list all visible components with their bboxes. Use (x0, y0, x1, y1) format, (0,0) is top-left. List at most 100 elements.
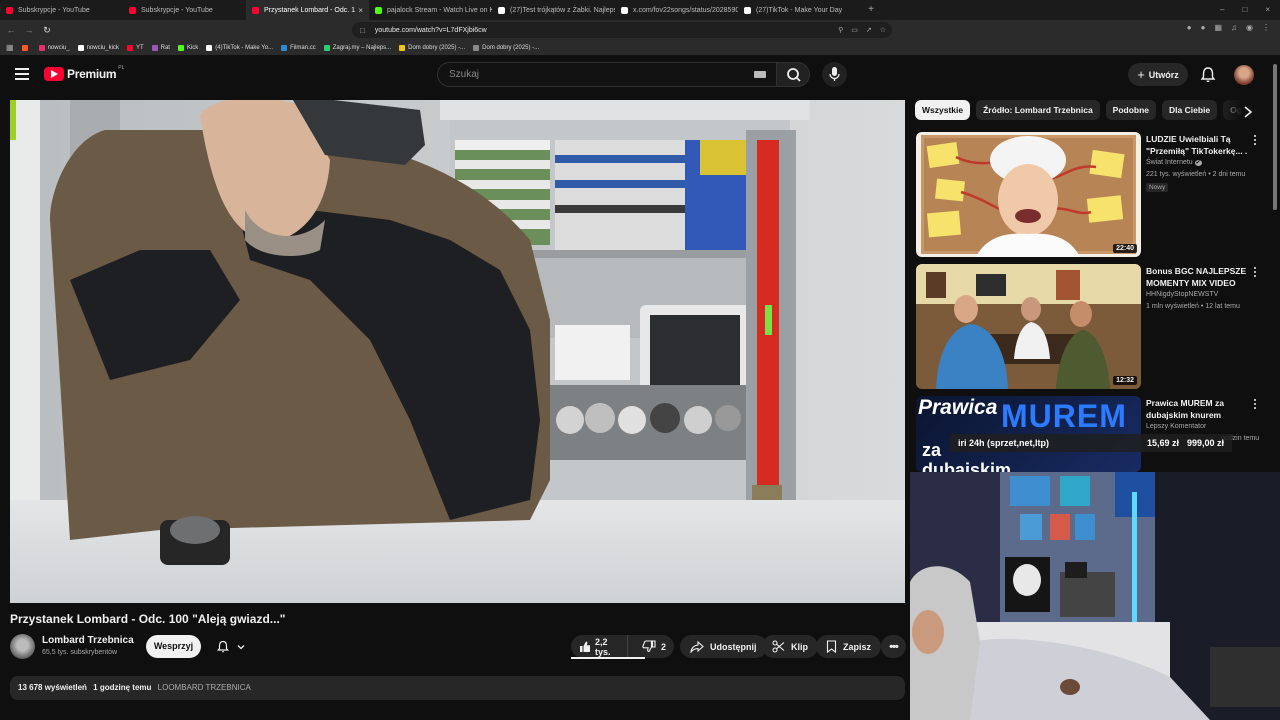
browser-tab[interactable]: Subskrypcje - YouTube (123, 0, 246, 20)
extensions-area: ● ● ▦ ♫ ◉ ⋮ (1187, 23, 1270, 32)
minimize-button[interactable]: – (1220, 0, 1224, 20)
logo-text: Premium (67, 67, 117, 81)
description-box[interactable]: 13 678 wyświetleń 1 godzinę temu LOOMBAR… (10, 676, 905, 700)
more-options-icon[interactable] (1254, 399, 1257, 411)
cast-icon[interactable]: ▭ (851, 26, 858, 34)
bookmark-item[interactable]: Rat (151, 44, 170, 51)
recommendation-title[interactable]: LUDZIE Uwielbiali Tą "Przemiłą" TikToker… (1146, 133, 1251, 157)
url-field[interactable]: □ youtube.com/watch?v=L7dFXjbi6cw ⚲ ▭ ↗ … (352, 22, 892, 38)
bookmark-favicon-icon (323, 44, 330, 51)
browser-tab[interactable]: (27)Test trójkątów z Żabki. Najlepsz (492, 0, 615, 20)
verified-icon: ✔ (1194, 160, 1202, 166)
video-player[interactable] (10, 100, 905, 603)
tab-close-icon[interactable]: × (358, 6, 363, 15)
filter-chip[interactable]: Podobne (1105, 100, 1157, 120)
bookmark-item[interactable]: Filman.cc (281, 44, 316, 51)
browser-tab[interactable]: x.com/fov22songs/status/20285901 (615, 0, 738, 20)
bookmark-favicon-icon (399, 44, 406, 51)
recommendation-channel[interactable]: Świat Internetu ✔ (1146, 159, 1202, 166)
video-thumbnail[interactable]: 12:32 (916, 264, 1141, 389)
keyboard-icon[interactable] (754, 71, 766, 78)
browser-menu-icon[interactable]: ⋮ (1262, 23, 1270, 32)
more-actions-button[interactable]: ••• (881, 635, 906, 658)
dislike-button[interactable]: 2 (634, 635, 674, 658)
bookmark-icon[interactable]: □ (360, 26, 365, 35)
recommendation-title[interactable]: Prawica MUREM za dubajskim knurem (1146, 397, 1251, 421)
url-text: youtube.com/watch?v=L7dFXjbi6cw (374, 26, 487, 34)
bookmark-item[interactable]: YT (126, 44, 144, 51)
clip-button[interactable]: Klip (762, 635, 818, 658)
hamburger-icon[interactable] (15, 68, 29, 80)
browser-tab-strip: Subskrypcje - YouTube Subskrypcje - YouTu… (0, 0, 1280, 20)
recommendation-meta: 1 mln wyświetleń • 12 lat temu (1146, 303, 1240, 310)
share-button[interactable]: Udostępnij (680, 635, 767, 658)
bookmark-item[interactable]: nowciu_ (38, 44, 70, 51)
channel-name: Świat Internetu (1146, 159, 1193, 166)
recommendation-channel[interactable]: HHNigdyStopNEWSTV (1146, 291, 1218, 298)
subscription-bell-button[interactable] (207, 635, 254, 658)
scrollbar[interactable] (1273, 64, 1277, 210)
create-label: Utwórz (1148, 69, 1179, 80)
forward-icon[interactable]: → (22, 25, 36, 35)
bookmark-item[interactable] (21, 44, 31, 51)
search-button[interactable] (776, 62, 810, 87)
recommendation-item[interactable]: 22:40 LUDZIE Uwielbiali Tą "Przemiłą" Ti… (916, 132, 1266, 257)
browser-tab[interactable]: pajalock Stream - Watch Live on Kick (369, 0, 492, 20)
media-icon[interactable]: ♫ (1231, 23, 1237, 32)
bookmark-item[interactable]: (4)TikTok - Make Yo... (206, 44, 274, 51)
voice-search-button[interactable] (822, 62, 847, 87)
reload-icon[interactable]: ↻ (40, 25, 54, 36)
bookmark-item[interactable]: Kick (177, 44, 198, 51)
extension-icon[interactable]: ● (1201, 23, 1206, 32)
hashtag[interactable]: LOOMBARD TRZEBNICA (158, 683, 251, 692)
bookmarks-bar: ▦ nowciu_ nowciu_kick YT Rat Kick (4)TikTok -… (0, 40, 1280, 56)
video-thumbnail[interactable]: 22:40 (916, 132, 1141, 257)
search-icon (787, 68, 801, 82)
save-button[interactable]: Zapisz (816, 635, 882, 658)
more-options-icon[interactable] (1254, 135, 1257, 147)
star-icon[interactable]: ☆ (880, 26, 886, 34)
bookmark-item[interactable]: nowciu_kick (77, 44, 119, 51)
bookmark-favicon-icon (473, 44, 480, 51)
recommendation-title[interactable]: Bonus BGC NAJLEPSZE MOMENTY MIX VIDEO (1146, 265, 1251, 289)
extension-icon[interactable]: ● (1187, 23, 1192, 32)
thumbs-up-icon (580, 641, 590, 652)
youtube-logo[interactable]: Premium PL (44, 65, 124, 81)
create-button[interactable]: + Utwórz (1128, 63, 1188, 86)
profile-icon[interactable]: ◉ (1246, 23, 1253, 32)
join-button[interactable]: Wesprzyj (146, 635, 201, 658)
bookmark-item[interactable]: Zagraj.my – Najleps... (323, 44, 392, 51)
bookmark-item[interactable]: Dom dobry (2025) -... (473, 44, 539, 51)
back-icon[interactable]: ← (4, 25, 18, 35)
filter-chip[interactable]: Dla Ciebie (1162, 100, 1218, 120)
new-tab-button[interactable]: + (861, 0, 881, 20)
browser-tab[interactable]: (27)TikTok - Make Your Day (738, 0, 861, 20)
like-button[interactable]: 2,2 tys. (571, 635, 628, 658)
recommendation-channel[interactable]: Lepszy Komentator (1146, 423, 1206, 430)
bookmark-label: Filman.cc (290, 44, 316, 51)
puzzle-icon[interactable]: ▦ (1214, 23, 1222, 32)
bookmark-item[interactable]: Dom dobry (2025) -... (399, 44, 465, 51)
window-close-button[interactable]: × (1265, 0, 1270, 20)
bookmark-label: Zagraj.my – Najleps... (332, 44, 392, 51)
filter-chip[interactable]: Wszystkie (915, 100, 971, 120)
video-title: Przystanek Lombard - Odc. 100 "Aleją gwi… (10, 612, 286, 626)
notifications-button[interactable] (1199, 66, 1217, 89)
more-options-icon[interactable] (1254, 267, 1257, 279)
bookmark-label: (4)TikTok - Make Yo... (215, 44, 274, 51)
search-input[interactable]: Szukaj (437, 62, 777, 87)
share-icon[interactable]: ↗ (866, 26, 872, 34)
browser-tab[interactable]: Subskrypcje - YouTube (0, 0, 123, 20)
maximize-button[interactable]: □ (1242, 0, 1247, 20)
chips-next-button[interactable] (1242, 105, 1254, 124)
apps-icon[interactable]: ▦ (6, 43, 14, 52)
channel-avatar[interactable] (10, 634, 35, 659)
channel-name[interactable]: Lombard Trzebnica (42, 635, 134, 646)
recommendation-meta: 221 tys. wyświetleń • 2 dni temu (1146, 171, 1246, 178)
zoom-icon[interactable]: ⚲ (838, 26, 843, 34)
avatar[interactable] (1234, 65, 1254, 85)
filter-chip[interactable]: Źródło: Lombard Trzebnica (976, 100, 1100, 120)
recommendation-item[interactable]: 12:32 Bonus BGC NAJLEPSZE MOMENTY MIX VI… (916, 264, 1266, 389)
tab-favicon-icon (375, 6, 382, 14)
browser-tab[interactable]: Przystanek Lombard - Odc. 1 × (246, 0, 369, 20)
